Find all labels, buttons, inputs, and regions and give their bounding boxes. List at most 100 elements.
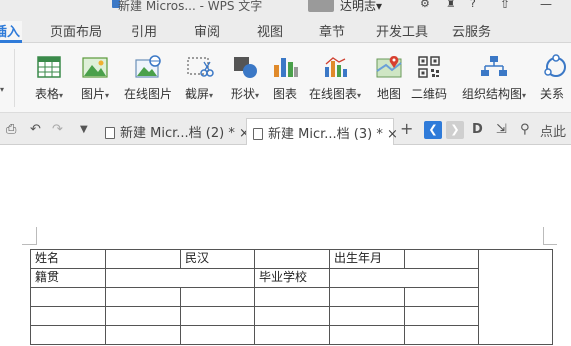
chart-icon	[274, 58, 298, 77]
org-chart-button[interactable]: 组织结构图▾	[456, 43, 532, 111]
tab-references[interactable]: 引用	[131, 21, 157, 40]
tab-page-layout[interactable]: 页面布局	[50, 21, 102, 40]
document-canvas[interactable]: 姓名 民汉 出生年月 籍贯 毕业学校	[0, 145, 571, 346]
table-row: 姓名 民汉 出生年月	[30, 249, 553, 345]
table-cell[interactable]	[180, 325, 255, 345]
table-cell[interactable]: 姓名	[30, 249, 106, 269]
map-icon	[376, 56, 402, 78]
table-cell[interactable]	[254, 325, 330, 345]
table-icon	[37, 56, 61, 78]
document-tab[interactable]: 新建 Micr...档 (2) * ×	[99, 118, 250, 145]
table-cell[interactable]	[30, 287, 106, 307]
tab-insert[interactable]: 插入	[0, 21, 22, 43]
table-cell[interactable]: 毕业学校	[254, 268, 330, 288]
table-cell[interactable]	[180, 306, 255, 326]
page-margin-mark	[36, 227, 37, 245]
table-cell[interactable]	[404, 325, 479, 345]
chart-button[interactable]: 图表	[268, 43, 302, 111]
close-tab-icon[interactable]: ×	[387, 127, 398, 142]
picture-button[interactable]: 图片▾	[74, 43, 116, 111]
screenshot-button[interactable]: 截屏▾	[178, 43, 220, 111]
settings-icon[interactable]: ⚙	[420, 0, 430, 10]
table-cell[interactable]	[329, 287, 405, 307]
table-cell[interactable]	[105, 268, 255, 288]
page-margin-mark	[22, 244, 36, 245]
restore-window-icon[interactable]: ⇧	[500, 0, 510, 11]
user-avatar[interactable]	[308, 0, 334, 12]
click-here-link[interactable]: 点此	[540, 121, 566, 140]
table-cell[interactable]	[254, 306, 330, 326]
table-cell[interactable]	[329, 306, 405, 326]
table-cell[interactable]	[329, 325, 405, 345]
table-row	[30, 287, 553, 307]
search-icon[interactable]: ⚲	[520, 122, 530, 137]
table-cell[interactable]	[254, 249, 330, 269]
qrcode-button[interactable]: 二维码	[408, 43, 450, 111]
tab-sections[interactable]: 章节	[319, 21, 345, 40]
table-cell[interactable]	[105, 306, 181, 326]
table-cell[interactable]	[404, 306, 479, 326]
table-cell[interactable]	[404, 249, 479, 269]
table-row	[30, 306, 553, 326]
table-cell[interactable]	[105, 287, 181, 307]
insert-ribbon: ▾ 表格▾ 图片▾ 在线图片 截屏▾ 形状▾ 图表 在线图表▾ 地图 二维码 组…	[0, 43, 571, 113]
document-icon	[253, 128, 263, 140]
resume-table[interactable]: 姓名 民汉 出生年月 籍贯 毕业学校	[30, 249, 553, 345]
table-cell[interactable]	[254, 287, 330, 307]
shapes-icon	[234, 57, 257, 78]
divider	[14, 49, 15, 107]
table-cell[interactable]	[105, 325, 181, 345]
next-tab-button[interactable]: ❯	[446, 121, 464, 139]
picture-icon	[82, 57, 108, 78]
online-picture-button[interactable]: 在线图片	[120, 43, 176, 111]
chevron-down-icon[interactable]: ▾	[0, 85, 4, 94]
tab-cloud-service[interactable]: 云服务	[452, 21, 491, 40]
org-chart-icon	[481, 56, 507, 76]
tab-developer[interactable]: 开发工具	[376, 21, 428, 40]
page-margin-mark	[543, 227, 544, 245]
photo-cell[interactable]	[478, 249, 553, 345]
table-row	[30, 325, 553, 345]
document-icon	[105, 127, 115, 139]
relation-icon	[544, 54, 566, 77]
map-button[interactable]: 地图	[372, 43, 406, 111]
minimize-window-icon[interactable]: —	[540, 0, 552, 11]
table-cell[interactable]: 民汉	[180, 249, 255, 269]
page-margin-mark	[543, 244, 557, 245]
online-chart-icon	[325, 57, 347, 77]
new-tab-button[interactable]: +	[400, 119, 413, 138]
document-tab-active[interactable]: 新建 Micr...档 (3) * ×	[246, 118, 398, 145]
table-cell[interactable]	[329, 268, 479, 288]
table-cell[interactable]: 籍贯	[30, 268, 106, 288]
chevron-down-icon: ▾	[376, 0, 383, 13]
online-chart-button[interactable]: 在线图表▾	[305, 43, 365, 111]
table-cell[interactable]	[180, 287, 255, 307]
table-button[interactable]: 表格▾	[28, 43, 70, 111]
shirt-icon[interactable]: ♜	[446, 0, 456, 10]
chevron-down-icon[interactable]: ▼	[80, 124, 88, 135]
pin-icon[interactable]: ⇲	[496, 122, 507, 137]
shapes-button[interactable]: 形状▾	[224, 43, 266, 111]
tab-review[interactable]: 审阅	[194, 21, 220, 40]
tab-view[interactable]: 视图	[257, 21, 283, 40]
preview-icon[interactable]: ⎙	[6, 122, 16, 137]
table-cell[interactable]	[30, 325, 106, 345]
redo-icon[interactable]: ↷	[52, 122, 63, 137]
table-row: 籍贯 毕业学校	[30, 268, 553, 288]
prev-tab-button[interactable]: ❮	[424, 121, 442, 139]
doc-list-icon[interactable]: D	[472, 122, 483, 137]
table-cell[interactable]	[105, 249, 181, 269]
menu-tab-row: 插入 页面布局 引用 审阅 视图 章节 开发工具 云服务	[0, 14, 571, 43]
online-picture-icon	[135, 55, 161, 78]
relation-button[interactable]: 关系	[538, 43, 571, 111]
title-bar: 新建 Micros... - WPS 文字 达明志▾ ⚙ ♜ ? ⇧ —	[0, 0, 571, 14]
window-title: 新建 Micros... - WPS 文字	[118, 0, 263, 13]
table-cell[interactable]	[30, 306, 106, 326]
undo-icon[interactable]: ↶	[30, 122, 41, 137]
screenshot-icon	[187, 57, 214, 77]
help-icon[interactable]: ?	[470, 0, 476, 10]
document-tab-bar: ⎙ ↶ ↷ ▼ 新建 Micr...档 (2) * × 新建 Micr...档 …	[0, 113, 571, 145]
user-name[interactable]: 达明志▾	[340, 0, 382, 14]
table-cell[interactable]: 出生年月	[329, 249, 405, 269]
table-cell[interactable]	[404, 287, 479, 307]
